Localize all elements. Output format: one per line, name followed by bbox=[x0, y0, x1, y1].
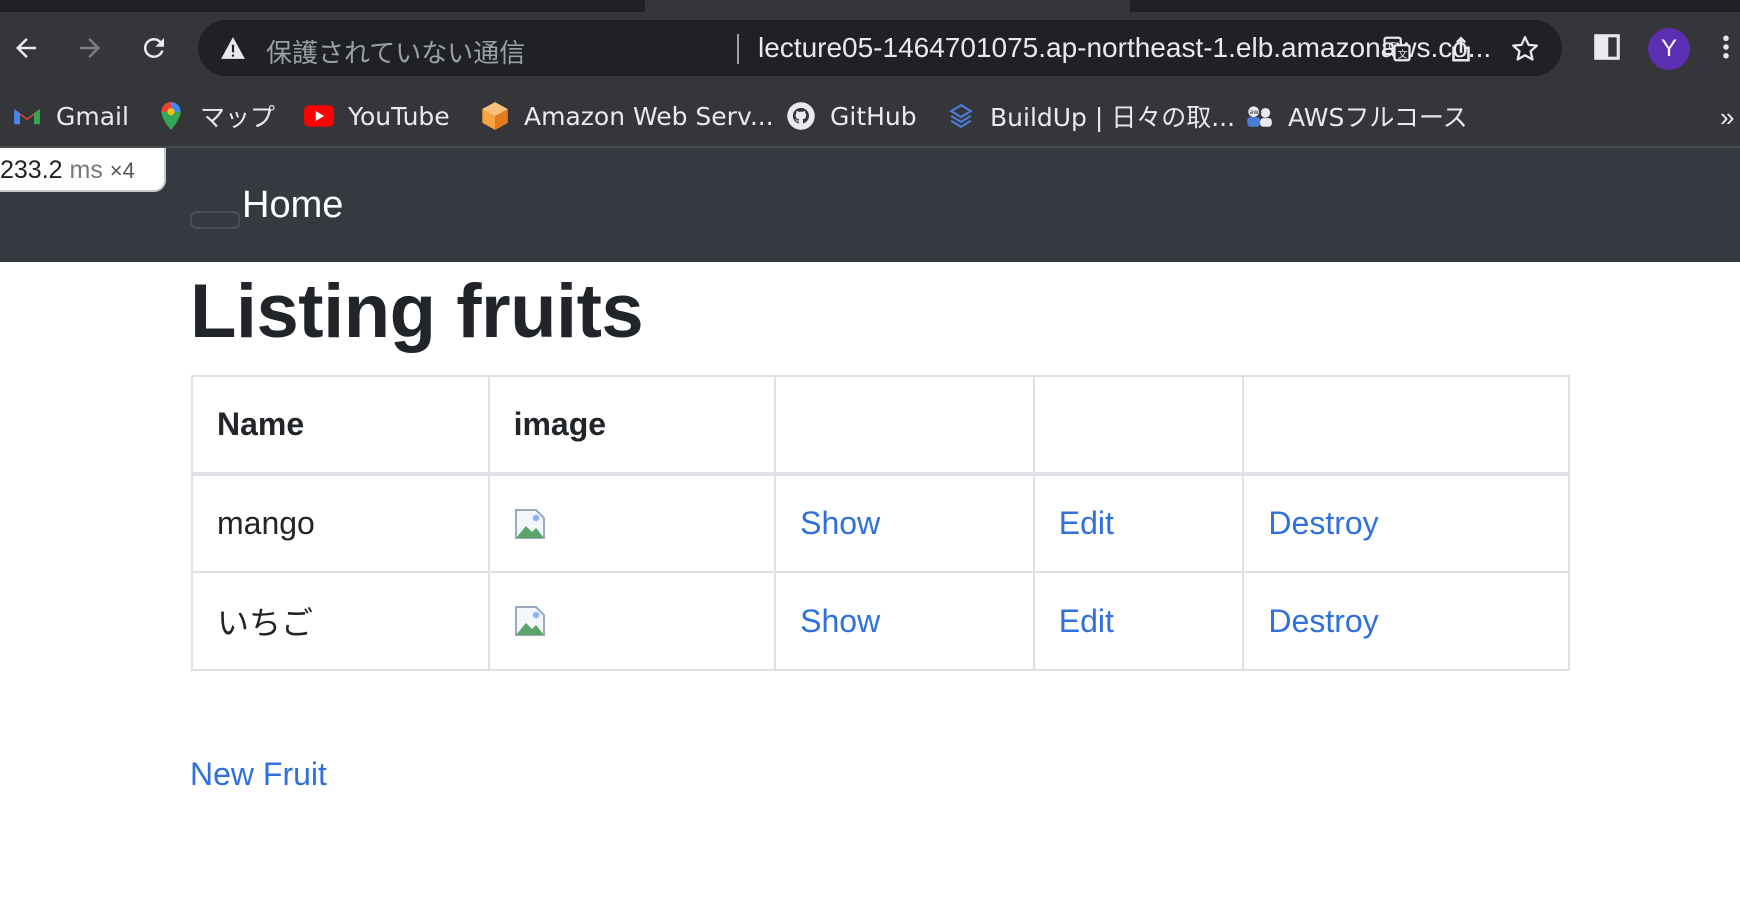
fruit-image-cell bbox=[487, 473, 777, 573]
url-text[interactable]: lecture05-1464701075.ap-northeast-1.elb.… bbox=[758, 32, 1558, 64]
bookmark-gmail[interactable]: Gmail bbox=[12, 98, 129, 134]
bookmark-star-button[interactable] bbox=[1508, 32, 1542, 66]
youtube-icon bbox=[304, 101, 334, 131]
edit-cell: Edit bbox=[1032, 571, 1245, 671]
side-panel-icon bbox=[1594, 34, 1620, 60]
column-header-name: Name bbox=[191, 375, 490, 475]
side-panel-button[interactable] bbox=[1590, 30, 1624, 64]
active-tab[interactable] bbox=[645, 0, 1130, 12]
broken-image-icon bbox=[514, 508, 545, 539]
destroy-link[interactable]: Destroy bbox=[1268, 603, 1378, 639]
svg-text:aws: aws bbox=[1249, 108, 1262, 116]
bookmark-youtube[interactable]: YouTube bbox=[304, 98, 450, 134]
column-header-show bbox=[774, 375, 1035, 475]
column-header-edit bbox=[1032, 375, 1245, 475]
browser-toolbar: 保護されていない通信 lecture05-1464701075.ap-north… bbox=[0, 12, 1740, 84]
browser-menu-button[interactable] bbox=[1716, 30, 1736, 64]
back-button[interactable] bbox=[4, 26, 48, 70]
buildup-icon bbox=[946, 101, 976, 131]
forward-button[interactable] bbox=[68, 26, 112, 70]
edit-link[interactable]: Edit bbox=[1059, 603, 1114, 639]
gmail-icon bbox=[12, 101, 42, 131]
show-link[interactable]: Show bbox=[800, 603, 880, 639]
table-header-row: Name image bbox=[191, 375, 1570, 475]
fruits-table: Name image mango Show Edit Destroy いちご S… bbox=[191, 375, 1570, 671]
star-icon bbox=[1512, 36, 1538, 61]
table-row: mango Show Edit Destroy bbox=[191, 473, 1570, 573]
bookmarks-bar: Gmail マップ YouTube Amazon Web Serv... Git… bbox=[0, 84, 1740, 148]
fruit-name-cell: いちご bbox=[191, 571, 490, 671]
column-header-image: image bbox=[487, 375, 777, 475]
nav-home-link[interactable]: Home bbox=[242, 184, 343, 227]
arrow-right-icon bbox=[80, 38, 100, 58]
column-header-destroy bbox=[1242, 375, 1570, 475]
arrow-left-icon bbox=[16, 38, 36, 58]
site-navbar: Home bbox=[0, 148, 1740, 262]
destroy-cell: Destroy bbox=[1242, 571, 1570, 671]
maps-pin-icon bbox=[156, 101, 186, 131]
edit-cell: Edit bbox=[1032, 473, 1245, 573]
table-row: いちご Show Edit Destroy bbox=[191, 571, 1570, 671]
show-cell: Show bbox=[774, 571, 1035, 671]
bookmark-github[interactable]: GitHub bbox=[786, 98, 917, 134]
show-cell: Show bbox=[774, 473, 1035, 573]
render-time-unit: ms bbox=[69, 156, 103, 184]
new-fruit-link[interactable]: New Fruit bbox=[190, 756, 327, 793]
destroy-link[interactable]: Destroy bbox=[1268, 505, 1378, 541]
render-time-multiplier: ×4 bbox=[109, 158, 135, 183]
omnibox-divider bbox=[737, 34, 739, 64]
bookmark-maps[interactable]: マップ bbox=[156, 98, 275, 134]
more-bookmarks-button[interactable]: » bbox=[1720, 102, 1734, 133]
aws-course-icon: aws bbox=[1244, 101, 1274, 131]
translate-icon: G文 bbox=[1383, 36, 1411, 62]
fruit-image-cell bbox=[487, 571, 777, 671]
destroy-cell: Destroy bbox=[1242, 473, 1570, 573]
svg-text:文: 文 bbox=[1398, 48, 1408, 61]
edit-link[interactable]: Edit bbox=[1059, 505, 1114, 541]
aws-cube-icon bbox=[480, 101, 510, 131]
bookmark-aws[interactable]: Amazon Web Serv... bbox=[480, 98, 774, 134]
share-button[interactable] bbox=[1444, 32, 1478, 66]
security-status-text[interactable]: 保護されていない通信 bbox=[266, 33, 525, 70]
github-icon bbox=[786, 101, 816, 131]
show-link[interactable]: Show bbox=[800, 505, 880, 541]
fruit-name-cell: mango bbox=[191, 473, 490, 573]
bookmark-aws-course[interactable]: aws AWSフルコース bbox=[1244, 98, 1468, 134]
render-time-value: 233.2 bbox=[0, 156, 63, 184]
share-icon bbox=[1452, 36, 1470, 62]
reload-icon bbox=[143, 37, 164, 58]
render-time-overlay: 233.2 ms ×4 bbox=[0, 148, 166, 192]
tab-strip bbox=[0, 0, 1740, 12]
address-bar[interactable]: 保護されていない通信 lecture05-1464701075.ap-north… bbox=[198, 20, 1562, 76]
kebab-menu-icon bbox=[1723, 35, 1729, 59]
page-title: Listing fruits bbox=[190, 269, 644, 354]
profile-avatar[interactable]: Y bbox=[1648, 28, 1690, 70]
reload-button[interactable] bbox=[132, 26, 176, 70]
warning-icon bbox=[221, 37, 245, 59]
translate-button[interactable]: G文 bbox=[1380, 32, 1414, 66]
bookmark-buildup[interactable]: BuildUp | 日々の取... bbox=[946, 98, 1235, 134]
navbar-toggler-button[interactable] bbox=[190, 211, 240, 229]
broken-image-icon bbox=[514, 606, 545, 636]
